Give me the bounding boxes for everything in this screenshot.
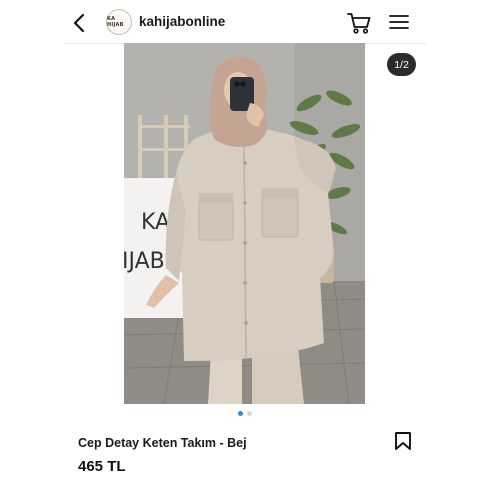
carousel-dot-active[interactable] bbox=[238, 411, 243, 416]
sign-text-line1: KA bbox=[141, 210, 170, 235]
store-logo[interactable]: KA HIJAB bbox=[106, 9, 132, 35]
chevron-left-icon[interactable] bbox=[70, 12, 90, 34]
cart-icon[interactable] bbox=[347, 12, 371, 34]
image-counter: 1/2 bbox=[387, 53, 416, 76]
bookmark-icon[interactable] bbox=[394, 431, 412, 451]
product-price: 465 TL bbox=[78, 458, 126, 475]
product-photo[interactable]: KA IJAB bbox=[124, 43, 365, 404]
sign-text-line2: IJAB bbox=[124, 249, 165, 274]
store-name[interactable]: kahijabonline bbox=[139, 14, 225, 29]
carousel-dots bbox=[238, 411, 252, 417]
product-photo-illustration: KA IJAB bbox=[124, 43, 365, 404]
product-title: Cep Detay Keten Takım - Bej bbox=[78, 436, 247, 450]
hamburger-menu-icon[interactable] bbox=[389, 13, 409, 31]
carousel-dot[interactable] bbox=[247, 411, 252, 416]
logo-text: KA HIJAB bbox=[107, 16, 124, 28]
app-header: KA HIJAB kahijabonline bbox=[0, 0, 490, 44]
